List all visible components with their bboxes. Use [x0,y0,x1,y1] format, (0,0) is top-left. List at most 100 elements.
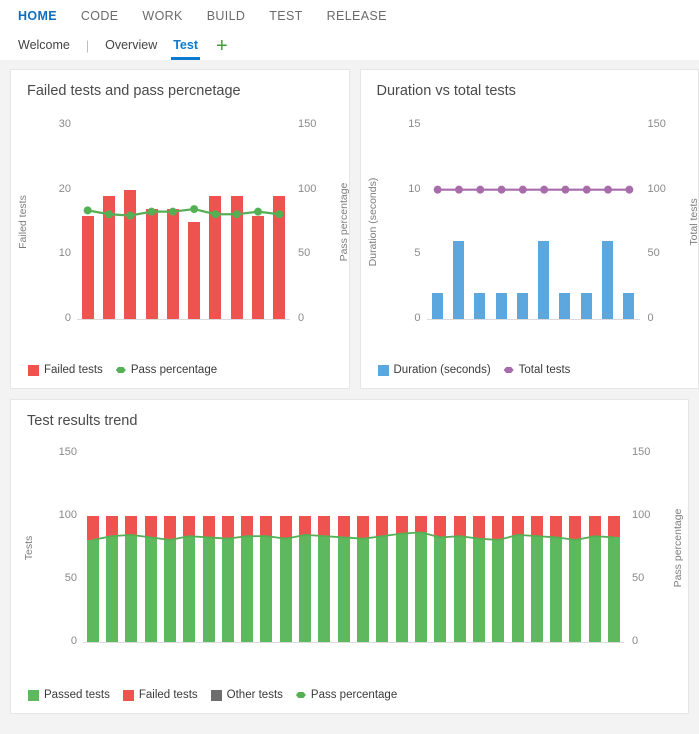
bar-segment[interactable] [279,516,292,539]
bar-segment[interactable] [414,532,427,642]
bar-group[interactable] [120,125,141,319]
bar-group[interactable] [141,453,160,642]
bar-group[interactable] [585,453,604,642]
bar-segment[interactable] [163,516,176,540]
bar-segment[interactable] [188,222,201,319]
legend-item-passed-tests[interactable]: Passed tests [28,689,110,701]
bar-segment[interactable] [318,536,331,642]
bar-segment[interactable] [453,516,466,537]
bar-segment[interactable] [337,516,350,538]
bar-segment[interactable] [357,516,370,539]
bar-segment[interactable] [608,537,621,642]
bar-group[interactable] [199,453,218,642]
bar-segment[interactable] [144,537,157,642]
bar-segment[interactable] [125,534,138,642]
subnav-item-test[interactable]: Test [171,38,200,60]
legend-item-duration-seconds[interactable]: Duration (seconds) [377,364,491,376]
bar-group[interactable] [604,453,623,642]
bar-segment[interactable] [145,209,158,319]
bar-group[interactable] [295,453,314,642]
widget-test-results-trend[interactable]: Test results trend 0 50 100 150 0 50 100 150 Tes… [10,399,689,714]
bar-group[interactable] [238,453,257,642]
widget-duration-vs-total-tests[interactable]: Duration vs total tests 0 5 10 15 0 50 100 150 D… [359,69,699,389]
bar-segment[interactable] [495,293,507,319]
bar-segment[interactable] [569,516,582,540]
bar-group[interactable] [205,125,226,319]
add-dashboard-icon[interactable]: + [216,36,228,56]
bar-segment[interactable] [588,536,601,642]
bar-group[interactable] [489,453,508,642]
bar-segment[interactable] [472,516,485,539]
bar-group[interactable] [527,453,546,642]
bar-segment[interactable] [105,536,118,642]
bar-group[interactable] [597,125,618,319]
bar-group[interactable] [180,453,199,642]
bar-segment[interactable] [569,539,582,642]
bar-segment[interactable] [395,533,408,642]
bar-segment[interactable] [183,516,196,537]
bar-segment[interactable] [559,293,571,319]
bar-group[interactable] [98,125,119,319]
bar-group[interactable] [247,125,268,319]
nav-item-build[interactable]: BUILD [207,0,246,32]
legend-item-pass-percentage[interactable]: Pass percentage [116,364,217,376]
bar-segment[interactable] [453,536,466,642]
bar-group[interactable] [183,125,204,319]
bar-segment[interactable] [538,241,550,319]
nav-item-release[interactable]: RELEASE [327,0,387,32]
bar-segment[interactable] [580,293,592,319]
bar-segment[interactable] [431,293,443,319]
bar-segment[interactable] [588,516,601,537]
bar-segment[interactable] [474,293,486,319]
bar-group[interactable] [77,125,98,319]
bar-segment[interactable] [623,293,635,319]
bar-segment[interactable] [395,516,408,534]
bar-group[interactable] [450,453,469,642]
bar-segment[interactable] [124,189,137,319]
bar-group[interactable] [83,453,102,642]
bar-group[interactable] [576,125,597,319]
bar-segment[interactable] [230,196,243,319]
bar-group[interactable] [533,125,554,319]
bar-segment[interactable] [105,516,118,537]
bar-group[interactable] [512,125,533,319]
bar-group[interactable] [431,453,450,642]
bar-segment[interactable] [166,209,179,319]
bar-segment[interactable] [357,538,370,642]
bar-group[interactable] [276,453,295,642]
bar-segment[interactable] [260,516,273,537]
bar-group[interactable] [554,125,575,319]
nav-item-home[interactable]: HOME [18,0,57,32]
legend-item-total-tests[interactable]: Total tests [504,364,571,376]
bar-group[interactable] [226,125,247,319]
bar-segment[interactable] [102,196,115,319]
widget-failed-tests-and-pass-percentage[interactable]: Failed tests and pass percnetage 0 10 20 30… [10,69,350,389]
bar-group[interactable] [373,453,392,642]
bar-segment[interactable] [260,536,273,642]
bar-segment[interactable] [183,536,196,642]
bar-group[interactable] [547,453,566,642]
bar-segment[interactable] [550,516,563,538]
bar-segment[interactable] [252,215,265,319]
bar-group[interactable] [469,453,488,642]
bar-group[interactable] [392,453,411,642]
bar-segment[interactable] [202,516,215,538]
bar-group[interactable] [566,453,585,642]
bar-segment[interactable] [492,539,505,642]
bar-segment[interactable] [279,538,292,642]
bar-segment[interactable] [337,537,350,642]
subnav-item-overview[interactable]: Overview [105,38,157,55]
bar-segment[interactable] [221,516,234,539]
legend-item-failed-tests[interactable]: Failed tests [122,689,198,701]
bar-segment[interactable] [516,293,528,319]
bar-segment[interactable] [163,539,176,642]
bar-group[interactable] [427,125,448,319]
bar-group[interactable] [141,125,162,319]
bar-segment[interactable] [81,215,94,319]
bar-segment[interactable] [530,516,543,537]
bar-segment[interactable] [209,196,222,319]
nav-item-code[interactable]: CODE [81,0,119,32]
bar-segment[interactable] [86,539,99,642]
bar-group[interactable] [315,453,334,642]
nav-item-test[interactable]: TEST [269,0,302,32]
